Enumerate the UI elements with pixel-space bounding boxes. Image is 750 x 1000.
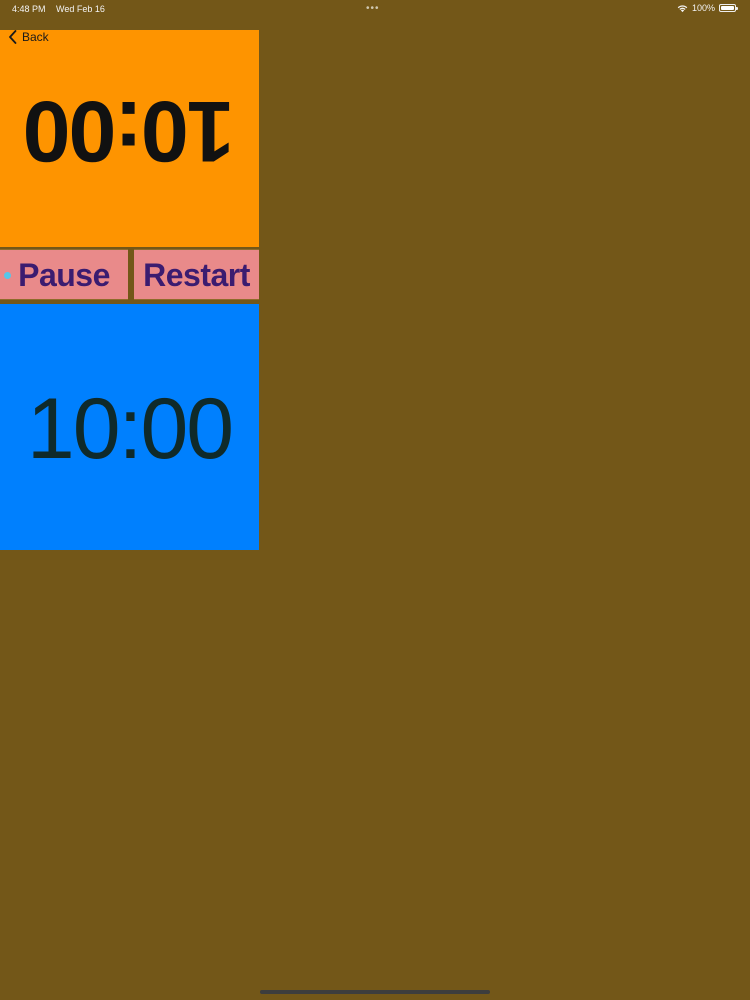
chevron-left-icon (9, 30, 17, 44)
multitasking-dots-icon[interactable]: ••• (366, 3, 380, 14)
pause-label: Pause (18, 257, 110, 293)
back-button[interactable]: Back (8, 30, 49, 44)
restart-button[interactable]: Restart (134, 249, 259, 300)
bottom-player-time: 10:00 (26, 381, 234, 477)
status-date: Wed Feb 16 (56, 4, 105, 14)
top-player-time: 10:00 (24, 83, 235, 179)
status-bar: 4:48 PM Wed Feb 16 ••• 100% (0, 0, 750, 20)
wifi-icon (677, 4, 688, 12)
controls-bar: Pause Restart (0, 249, 259, 300)
status-time: 4:48 PM (12, 4, 46, 14)
back-label: Back (22, 30, 49, 44)
restart-label: Restart (143, 257, 250, 293)
home-indicator[interactable] (260, 990, 490, 994)
timer-panel: Back 10:00 Pause Restart 10:00 (0, 30, 259, 550)
status-right: 100% (677, 3, 738, 13)
top-player-clock[interactable]: Back 10:00 (0, 30, 259, 247)
battery-percent: 100% (691, 3, 715, 13)
focus-indicator (4, 272, 11, 279)
battery-icon (719, 4, 738, 12)
pause-button[interactable]: Pause (0, 249, 128, 300)
bottom-player-clock[interactable]: 10:00 (0, 304, 259, 550)
